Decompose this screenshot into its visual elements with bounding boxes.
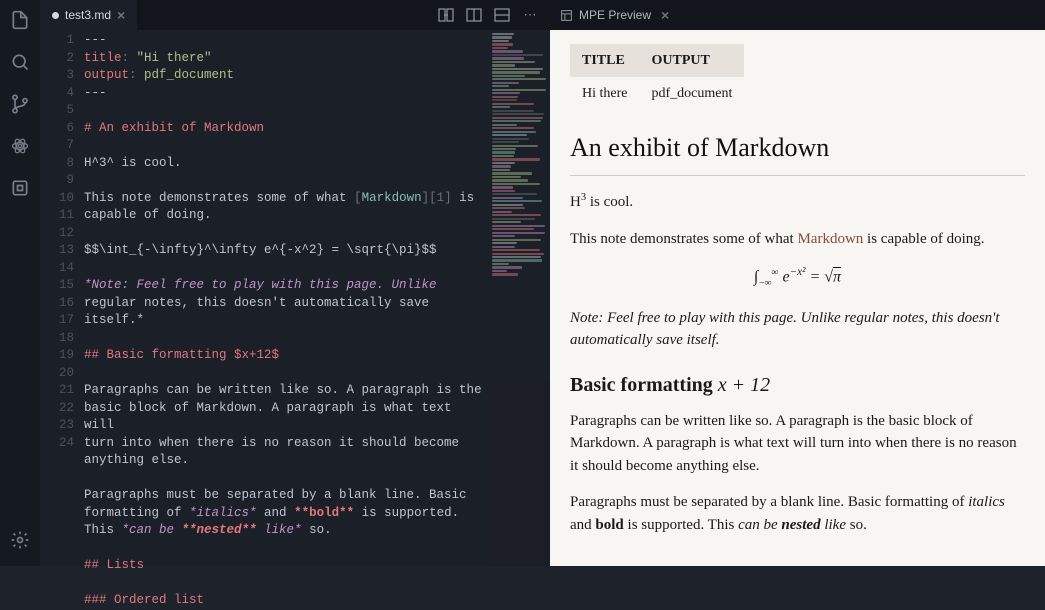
preview-paragraph: Paragraphs can be written like so. A par…: [570, 410, 1025, 478]
search-icon[interactable]: [8, 50, 32, 74]
editor-actions: ⋯: [438, 7, 550, 23]
editor-tab[interactable]: test3.md ×: [40, 0, 137, 30]
preview-paragraph: H3 is cool.: [570, 190, 1025, 214]
preview-tab[interactable]: MPE Preview ×: [550, 0, 679, 30]
file-icon[interactable]: [8, 8, 32, 32]
preview-heading-2: Basic formatting x + 12: [570, 370, 1025, 400]
tab-filename: test3.md: [65, 8, 111, 22]
editor-body[interactable]: 123456789101112131415161718192021222324 …: [40, 30, 550, 610]
preview-paragraph: Paragraphs must be separated by a blank …: [570, 491, 1025, 536]
package-icon[interactable]: [8, 176, 32, 200]
preview-pane: MPE Preview × TITLE OUTPUT Hi there pdf_…: [550, 0, 1045, 566]
preview-heading-1: An exhibit of Markdown: [570, 128, 1025, 167]
preview-note: Note: Feel free to play with this page. …: [570, 307, 1025, 352]
close-icon[interactable]: ×: [117, 7, 125, 23]
markdown-link[interactable]: Markdown: [797, 231, 863, 247]
activity-bar: [0, 0, 40, 566]
table-cell: Hi there: [570, 77, 639, 110]
atom-icon[interactable]: [8, 134, 32, 158]
minimap[interactable]: [488, 30, 550, 566]
diff-icon[interactable]: [438, 7, 454, 23]
code-content[interactable]: ---title: "Hi there"output: pdf_document…: [84, 30, 550, 610]
split-vertical-icon[interactable]: [494, 7, 510, 23]
preview-tabs: MPE Preview ×: [550, 0, 1045, 30]
editor-pane: test3.md × ⋯ 123456789101112131415161718…: [40, 0, 550, 566]
unsaved-indicator-icon: [52, 12, 59, 19]
close-icon[interactable]: ×: [661, 7, 669, 23]
math-block: ∫−∞∞ e−x² = √π: [570, 264, 1025, 291]
split-horizontal-icon[interactable]: [466, 7, 482, 23]
editor-tabs: test3.md × ⋯: [40, 0, 550, 30]
frontmatter-table: TITLE OUTPUT Hi there pdf_document: [570, 44, 744, 110]
more-icon[interactable]: ⋯: [522, 7, 538, 23]
table-cell: pdf_document: [639, 77, 744, 110]
table-header: TITLE: [570, 44, 639, 77]
preview-paragraph: This note demonstrates some of what Mark…: [570, 228, 1025, 251]
divider: [570, 175, 1025, 176]
table-header: OUTPUT: [639, 44, 744, 77]
line-gutter: 123456789101112131415161718192021222324: [40, 30, 84, 610]
preview-body[interactable]: TITLE OUTPUT Hi there pdf_document An ex…: [550, 30, 1045, 566]
gear-icon[interactable]: [8, 528, 32, 552]
preview-icon: [560, 9, 573, 22]
git-branch-icon[interactable]: [8, 92, 32, 116]
preview-tab-label: MPE Preview: [579, 8, 651, 22]
